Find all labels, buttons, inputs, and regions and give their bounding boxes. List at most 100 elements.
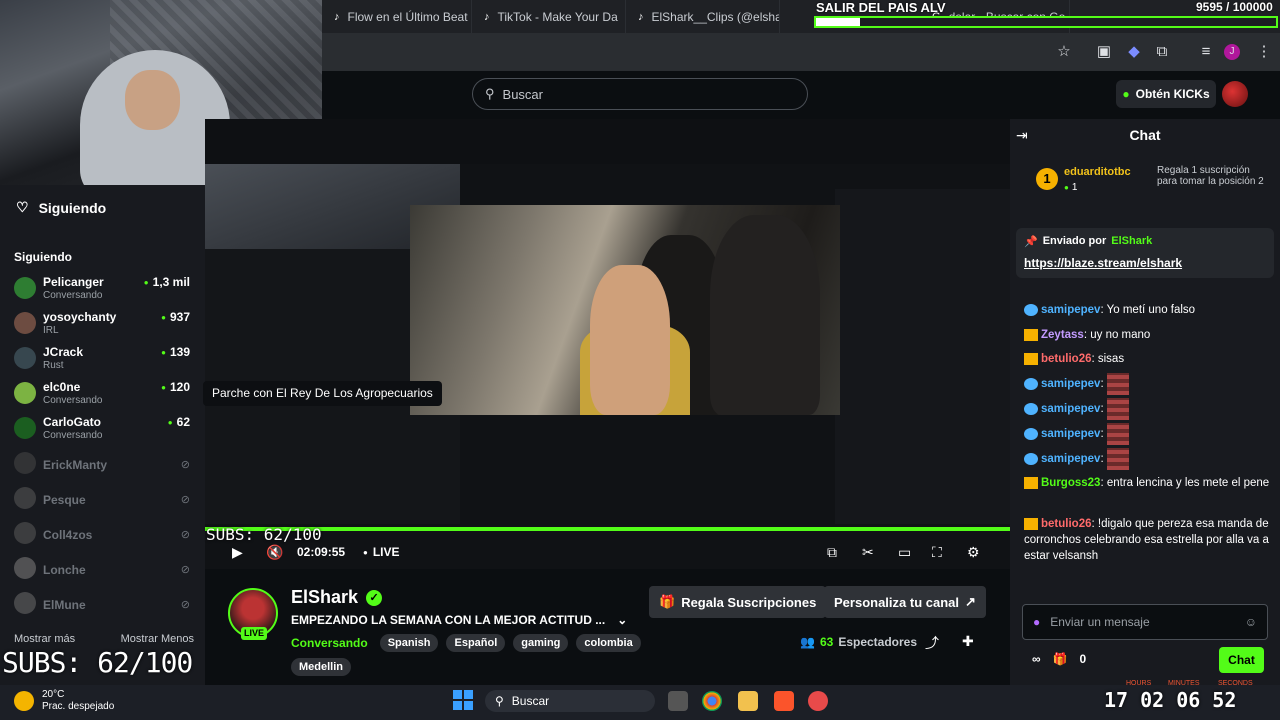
- chat-username[interactable]: samipepev: [1041, 403, 1100, 415]
- video-progress-bar[interactable]: [205, 527, 1010, 531]
- task-view-icon[interactable]: [668, 691, 688, 711]
- tooltip: Parche con El Rey De Los Agropecuarios: [203, 381, 442, 406]
- gift-icon[interactable]: 🎁: [1053, 652, 1068, 666]
- windows-start-icon[interactable]: [453, 690, 473, 710]
- weather-desc: Prac. despejado: [42, 701, 115, 712]
- settings-icon[interactable]: ⚙: [967, 544, 980, 561]
- tag[interactable]: gaming: [513, 634, 569, 652]
- following-header[interactable]: ♡ Siguiendo: [16, 199, 106, 216]
- pinned-link[interactable]: https://blaze.stream/elshark: [1024, 256, 1182, 270]
- clip-icon[interactable]: ✂: [862, 544, 874, 561]
- users-icon: 👥: [800, 635, 815, 649]
- badge-icon: [1024, 403, 1038, 415]
- extension-icon[interactable]: ▣: [1094, 42, 1114, 62]
- get-kicks-button[interactable]: ● Obtén KICKs: [1116, 80, 1216, 108]
- channel-name: ErickManty: [43, 458, 108, 472]
- infinity-icon[interactable]: ∞: [1032, 652, 1041, 666]
- sidebar-channel[interactable]: JCrack Rust 139: [14, 345, 194, 377]
- sidebar-channel-offline[interactable]: ErickManty ⊘: [14, 450, 194, 482]
- browser-tab[interactable]: ♪ ElShark__Clips (@elsha ✕: [626, 0, 780, 33]
- channel-category: Conversando: [43, 290, 103, 301]
- tab-label: Flow en el Último Beat: [347, 9, 468, 24]
- follow-icon[interactable]: ✚: [962, 633, 974, 650]
- emoji-icon[interactable]: ☺: [1245, 615, 1257, 629]
- play-icon[interactable]: ▶: [232, 544, 243, 561]
- chat-username[interactable]: Zeytass: [1041, 329, 1084, 341]
- avatar: [14, 417, 36, 439]
- profile-avatar[interactable]: J: [1224, 44, 1240, 60]
- taskbar-search[interactable]: ⚲ Buscar: [485, 690, 655, 712]
- countdown-extra: 52: [1212, 688, 1237, 712]
- show-more-link[interactable]: Mostrar más: [14, 633, 75, 645]
- stream-title: EMPEZANDO LA SEMANA CON LA MEJOR ACTITUD…: [291, 613, 627, 627]
- share-icon[interactable]: ⤴: [925, 633, 939, 653]
- puzzle-icon[interactable]: ⧉: [1152, 42, 1172, 62]
- top-donor-name[interactable]: eduarditotbc: [1064, 166, 1131, 178]
- pip-icon[interactable]: ⧉: [827, 544, 837, 561]
- playlist-icon[interactable]: ≡: [1196, 42, 1216, 62]
- pinned-user[interactable]: ElShark: [1111, 235, 1152, 248]
- weather-temp: 20°C: [42, 689, 65, 700]
- mute-icon[interactable]: 🔇: [266, 544, 283, 561]
- top-donor-cta[interactable]: Regala 1 suscripción para tomar la posic…: [1157, 165, 1267, 187]
- emote-image: [1106, 373, 1129, 395]
- chrome-icon[interactable]: [702, 691, 722, 711]
- show-less-link[interactable]: Mostrar Menos: [121, 633, 194, 645]
- tag[interactable]: colombia: [576, 634, 641, 652]
- fullscreen-icon[interactable]: ⛶: [932, 544, 942, 561]
- stream-category[interactable]: Conversando: [291, 636, 368, 650]
- sidebar-channel-offline[interactable]: Coll4zos ⊘: [14, 520, 194, 552]
- chat-username[interactable]: betulio26: [1041, 518, 1091, 530]
- countdown-hours-label: HOURS: [1126, 680, 1152, 687]
- search-input[interactable]: ⚲ Buscar: [472, 78, 808, 110]
- stream-tags: Conversando Spanish Español gaming colom…: [291, 634, 641, 652]
- tag[interactable]: Spanish: [379, 634, 439, 652]
- sidebar-channel[interactable]: Pelicanger Conversando 1,3 mil: [14, 275, 194, 307]
- sidebar-channel-offline[interactable]: ElMune ⊘: [14, 590, 194, 622]
- stream-title-text: EMPEZANDO LA SEMANA CON LA MEJOR ACTITUD…: [291, 613, 606, 627]
- sidebar-channel[interactable]: yosoychanty IRL 937: [14, 310, 194, 342]
- sidebar-channel[interactable]: CarloGato Conversando 62: [14, 415, 194, 447]
- avatar: [14, 312, 36, 334]
- channel-name: Lonche: [43, 563, 86, 577]
- chat-username[interactable]: samipepev: [1041, 378, 1100, 390]
- sidebar-channel[interactable]: elc0ne Conversando 120: [14, 380, 194, 412]
- chat-username[interactable]: samipepev: [1041, 453, 1100, 465]
- star-icon[interactable]: ☆: [1054, 42, 1074, 62]
- customize-channel-button[interactable]: Personaliza tu canal ↗: [824, 586, 986, 618]
- file-explorer-icon[interactable]: [738, 691, 758, 711]
- chat-username[interactable]: Burgoss23: [1041, 477, 1100, 489]
- goal-count: 9595 / 100000: [1196, 0, 1273, 14]
- avatar: [14, 382, 36, 404]
- obs-icon[interactable]: [808, 691, 828, 711]
- chat-input[interactable]: ● Enviar un mensaje ☺: [1022, 604, 1268, 640]
- brave-icon[interactable]: [774, 691, 794, 711]
- chat-message: Zeytass: uy no mano: [1024, 327, 1274, 343]
- badge-icon: [1024, 378, 1038, 390]
- chat-username[interactable]: betulio26: [1041, 353, 1091, 365]
- browser-tab[interactable]: ♪ TikTok - Make Your Da ✕: [472, 0, 626, 33]
- sidebar-channel-offline[interactable]: Pesque ⊘: [14, 485, 194, 517]
- chat-send-button[interactable]: Chat: [1219, 647, 1264, 673]
- channel-name: elc0ne: [43, 380, 81, 394]
- gift-icon: 🎁: [659, 594, 676, 609]
- tag[interactable]: Español: [446, 634, 506, 652]
- chevron-down-icon[interactable]: ⌄: [617, 613, 627, 627]
- search-placeholder: Buscar: [502, 86, 543, 102]
- extension-icon[interactable]: ◆: [1124, 42, 1144, 62]
- chat-username[interactable]: samipepev: [1041, 304, 1100, 316]
- points-value: 0: [1079, 652, 1087, 666]
- sidebar-channel-offline[interactable]: Lonche ⊘: [14, 555, 194, 587]
- streamer-name[interactable]: ElShark ✓: [291, 587, 383, 608]
- location-tag[interactable]: Medellin: [291, 657, 352, 676]
- weather-widget[interactable]: 20°C Prac. despejado: [14, 689, 114, 713]
- badge-icon: [1024, 428, 1038, 440]
- gift-subs-label: Regala Suscripciones: [681, 594, 817, 610]
- user-avatar[interactable]: [1222, 81, 1248, 107]
- emote-image: [1106, 398, 1129, 420]
- more-vert-icon[interactable]: ⋮: [1254, 42, 1274, 62]
- chat-username[interactable]: samipepev: [1041, 428, 1100, 440]
- theater-icon[interactable]: ▭: [898, 544, 911, 561]
- gift-subs-button[interactable]: 🎁 Regala Suscripciones: [649, 586, 827, 618]
- browser-tab[interactable]: ♪ Flow en el Último Beat ✕: [322, 0, 472, 33]
